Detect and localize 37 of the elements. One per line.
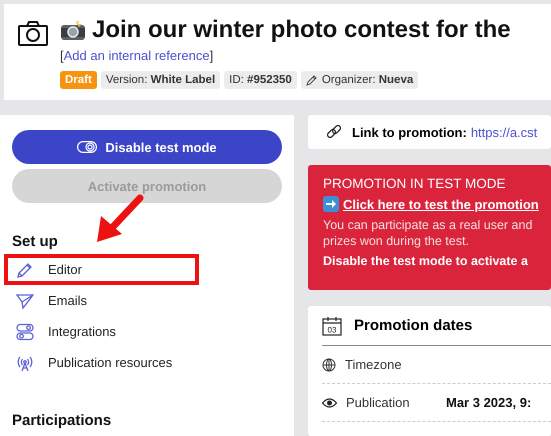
link-icon xyxy=(326,124,342,140)
calendar-icon: 03 xyxy=(322,316,342,336)
toggles-icon xyxy=(16,322,34,340)
link-label: Link to promotion: xyxy=(352,124,467,140)
sidebar-item[interactable]: Editor xyxy=(4,254,199,285)
camera-icon xyxy=(18,20,48,46)
section-title: Set up xyxy=(12,233,59,250)
status-tag: Draft xyxy=(60,71,97,89)
annotation-arrow xyxy=(96,194,144,244)
card-title: Promotion dates xyxy=(354,317,472,334)
camera-flash-icon xyxy=(60,19,86,41)
bracket: ] xyxy=(210,48,214,63)
sidebar-item[interactable]: Publication resources xyxy=(4,347,199,378)
eye-icon xyxy=(322,396,337,408)
disable-test-mode-button[interactable]: Disable test mode xyxy=(12,130,282,164)
toggle-icon xyxy=(77,141,98,153)
pencil-icon xyxy=(16,260,34,278)
test-promotion-link[interactable]: Click here to test the promotion xyxy=(343,196,539,212)
sidebar-item[interactable]: Integrations xyxy=(4,316,199,347)
paper-plane-icon xyxy=(16,292,34,310)
info-tag: ID: #952350 xyxy=(224,71,297,89)
alert-note: Disable the test mode to activate a xyxy=(323,254,529,268)
add-reference-link[interactable]: Add an internal reference xyxy=(64,48,210,63)
bracket: [ xyxy=(60,48,64,63)
row-label: Timezone xyxy=(345,357,403,372)
section-title: Participations xyxy=(12,412,112,429)
alert-text: You can participate as a real user and prizes won during the test. xyxy=(323,217,534,249)
pencil-icon xyxy=(306,74,318,86)
globe-icon xyxy=(322,358,336,372)
alert-title: PROMOTION IN TEST MODE xyxy=(323,176,507,191)
sidebar-item[interactable]: Emails xyxy=(4,285,199,316)
promotion-url[interactable]: https://a.cst xyxy=(470,124,538,140)
promotion-title: Join our winter photo contest for the xyxy=(92,16,511,44)
row-value: Mar 3 2023, 9: xyxy=(446,395,532,410)
info-tag: Organizer: Nueva xyxy=(300,71,418,89)
info-tag: Version: White Label xyxy=(100,71,220,89)
row-label: Publication xyxy=(346,395,411,410)
